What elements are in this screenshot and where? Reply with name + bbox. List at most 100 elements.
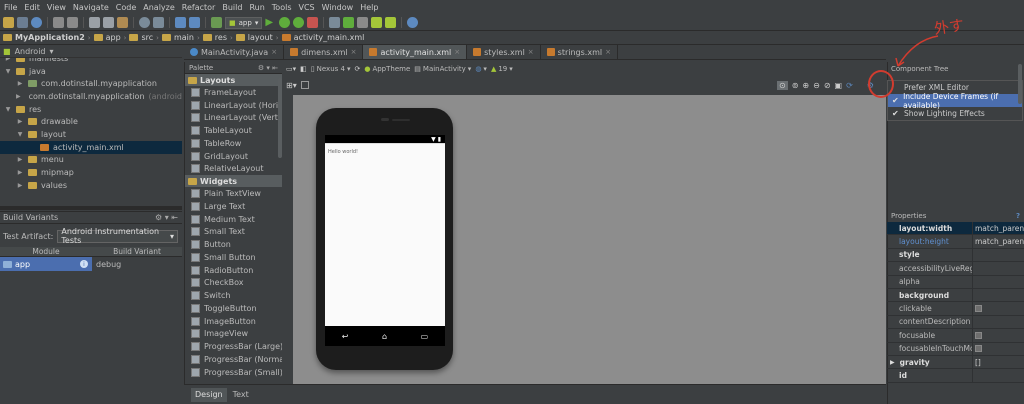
palette-item[interactable]: Medium Text (185, 213, 282, 226)
tree-item[interactable]: ▶ drawable (0, 115, 182, 128)
tree-item[interactable]: ▶ com.dotinstall.myapplication(androidTes… (0, 90, 182, 103)
save-icon[interactable] (17, 17, 28, 28)
chevron-right-icon[interactable]: ▶ (16, 169, 24, 176)
find-icon[interactable] (139, 17, 150, 28)
palette-item[interactable]: ProgressBar (Small) (185, 366, 282, 379)
property-row[interactable]: layout:width match_parent (887, 222, 1024, 236)
tree-item[interactable]: ▶ com.dotinstall.myapplication (0, 77, 182, 90)
tree-item[interactable]: ▶ mipmap (0, 166, 182, 179)
cut-icon[interactable] (89, 17, 100, 28)
make-icon[interactable] (211, 17, 222, 28)
palette-item[interactable]: ImageView (185, 328, 282, 341)
menu-tools[interactable]: Tools (272, 3, 292, 12)
device-select[interactable]: ▯ Nexus 4 ▾ (311, 65, 351, 73)
chevron-down-icon[interactable]: ▼ (16, 131, 24, 138)
close-icon[interactable]: × (528, 48, 534, 56)
palette-item[interactable]: Large Text (185, 200, 282, 213)
property-row[interactable]: focusableInTouchMode (887, 342, 1024, 356)
panel-splitter[interactable] (0, 206, 182, 210)
android-monitor-icon[interactable] (385, 17, 397, 28)
tree-item[interactable]: ▶ manifests (0, 58, 182, 65)
close-icon[interactable]: × (351, 48, 357, 56)
property-row[interactable]: clickable (887, 302, 1024, 316)
palette-section-header[interactable]: Layouts (185, 74, 282, 86)
menu-view[interactable]: View (47, 3, 66, 12)
tree-item[interactable]: activity_main.xml (0, 140, 182, 154)
screenshot-icon[interactable]: ▣ (835, 81, 843, 90)
property-row[interactable]: style (887, 248, 1024, 263)
copy-icon[interactable] (103, 17, 114, 28)
theme-select[interactable]: ● AppTheme (364, 65, 410, 73)
editor-tab[interactable]: dimens.xml × (284, 45, 364, 59)
back-icon[interactable] (175, 17, 186, 28)
component-tree-scrollbar[interactable] (1018, 64, 1022, 104)
tree-item[interactable]: ▼ java (0, 65, 182, 78)
variant-cell[interactable]: debug (92, 257, 182, 271)
test-artifact-select[interactable]: Android Instrumentation Tests ▾ (57, 227, 178, 245)
palette-item[interactable]: RadioButton (185, 264, 282, 277)
project-structure-icon[interactable] (357, 17, 369, 28)
property-value[interactable] (973, 305, 1024, 313)
editor-tab[interactable]: strings.xml × (541, 45, 618, 59)
undo-icon[interactable] (53, 17, 64, 28)
property-row[interactable]: focusable (887, 329, 1024, 343)
menu-help[interactable]: Help (360, 3, 378, 12)
replace-icon[interactable] (153, 17, 164, 28)
run-icon[interactable]: ▶ (265, 17, 276, 28)
property-row[interactable]: background (887, 288, 1024, 303)
tree-item[interactable]: ▼ res (0, 103, 182, 116)
preview-screen[interactable] (325, 135, 445, 346)
property-row[interactable]: layout:height match_parent (887, 235, 1024, 249)
refresh-icon[interactable]: ⟳ (846, 81, 853, 90)
breadcrumb-item[interactable]: res (202, 33, 227, 42)
property-value[interactable]: [] (973, 358, 1024, 367)
zoom-out-icon[interactable]: ⊖ (813, 81, 820, 90)
editor-tab[interactable]: MainActivity.java × (184, 45, 285, 59)
zoom-in-icon[interactable]: ⊕ (802, 81, 809, 90)
palette-item[interactable]: ToggleButton (185, 302, 282, 315)
zoom-actual-icon[interactable]: ⊙ (777, 80, 788, 90)
chevron-down-icon[interactable]: ▼ (4, 68, 12, 75)
debug-icon[interactable] (279, 17, 291, 28)
palette-item[interactable]: LinearLayout (Horizontal) (185, 99, 282, 112)
palette-item[interactable]: LinearLayout (Vertical) (185, 112, 282, 125)
chevron-right-icon[interactable]: ▶ (890, 359, 895, 366)
breadcrumb-item[interactable]: src (129, 33, 153, 42)
chevron-right-icon[interactable]: ▶ (16, 156, 24, 163)
sync-icon[interactable] (31, 17, 42, 28)
palette-item[interactable]: TableLayout (185, 124, 282, 137)
column-header-variant[interactable]: Build Variant (92, 247, 182, 256)
chevron-right-icon[interactable]: ▶ (16, 182, 24, 189)
menu-run[interactable]: Run (249, 3, 264, 12)
tab-text[interactable]: Text (229, 388, 253, 402)
property-row[interactable]: id (887, 369, 1024, 383)
breadcrumb-item[interactable]: activity_main.xml (281, 33, 364, 42)
chevron-down-icon[interactable]: ▾ (50, 47, 54, 56)
project-view-mode[interactable]: Android (15, 47, 46, 56)
palette-item[interactable]: Button (185, 238, 282, 251)
chevron-right-icon[interactable]: ▶ (16, 118, 24, 125)
close-icon[interactable]: × (605, 48, 611, 56)
avd-manager-icon[interactable] (329, 17, 341, 28)
zoom-fit-icon[interactable]: ⊚ (792, 81, 799, 90)
gear-icon[interactable]: ⚙ ▾ ⇤ (258, 64, 278, 72)
help-icon[interactable] (407, 17, 419, 28)
palette-item[interactable]: GridLayout (185, 150, 282, 163)
property-value[interactable] (973, 331, 1024, 339)
menu-edit[interactable]: Edit (24, 3, 40, 12)
activity-select[interactable]: ▤ MainActivity ▾ (414, 65, 471, 73)
palette-section-header[interactable]: Widgets (185, 175, 282, 188)
palette-item[interactable]: FrameLayout (185, 86, 282, 99)
zoom-reset-icon[interactable]: ⊘ (824, 81, 831, 90)
menu-vcs[interactable]: VCS (299, 3, 315, 12)
palette-scrollbar[interactable] (278, 78, 282, 158)
breadcrumb-item[interactable]: MyApplication2 (3, 33, 85, 42)
palette-item[interactable]: CheckBox (185, 277, 282, 290)
grid-icon[interactable]: ⊞▾ (286, 81, 297, 90)
table-row[interactable]: app i debug (0, 257, 182, 271)
run-config-select[interactable]: ■ app ▾ (225, 16, 263, 29)
palette-item[interactable]: Small Button (185, 251, 282, 264)
property-row[interactable]: ▶ gravity [] (887, 355, 1024, 370)
menu-build[interactable]: Build (222, 3, 242, 12)
orientation-icon[interactable]: ◧ (300, 65, 307, 73)
